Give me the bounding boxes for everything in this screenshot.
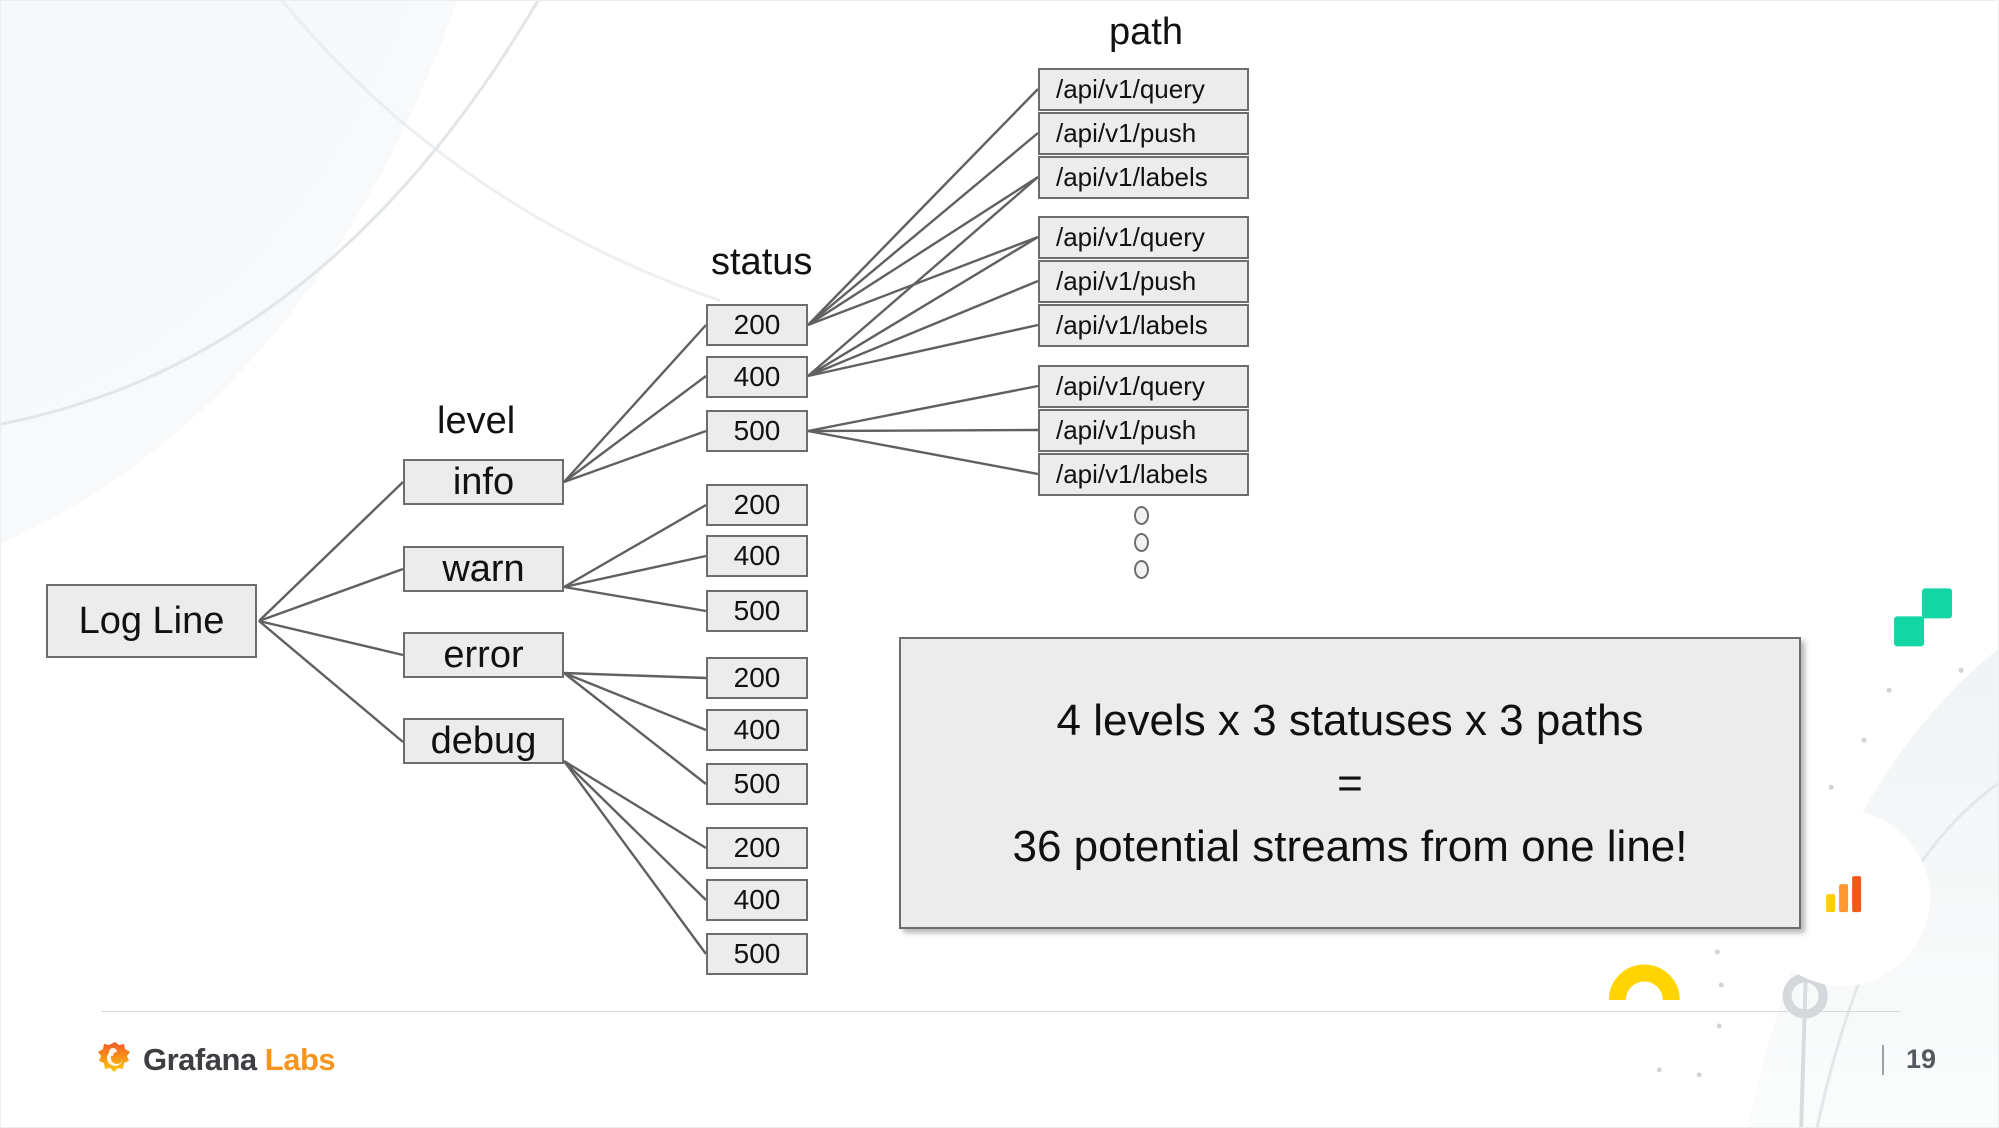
node-status[interactable]: 500 bbox=[706, 763, 808, 805]
logo-word-grafana: Grafana bbox=[143, 1042, 257, 1077]
node-status[interactable]: 400 bbox=[706, 879, 808, 921]
node-level-info[interactable]: info bbox=[403, 459, 564, 505]
footer-divider bbox=[101, 1011, 1900, 1012]
node-path[interactable]: /api/v1/query bbox=[1038, 365, 1249, 408]
node-status[interactable]: 200 bbox=[706, 827, 808, 869]
node-status[interactable]: 200 bbox=[706, 657, 808, 699]
node-path[interactable]: /api/v1/push bbox=[1038, 112, 1249, 155]
node-status[interactable]: 500 bbox=[706, 590, 808, 632]
node-status[interactable]: 400 bbox=[706, 535, 808, 577]
column-label-path: path bbox=[1109, 11, 1183, 53]
node-path[interactable]: /api/v1/query bbox=[1038, 68, 1249, 111]
page-number-separator bbox=[1881, 1044, 1884, 1075]
callout-box: 4 levels x 3 statuses x 3 paths = 36 pot… bbox=[899, 637, 1801, 929]
page-number-group: 19 bbox=[1881, 1044, 1936, 1075]
ellipsis-dot-icon bbox=[1134, 506, 1149, 525]
node-log-line[interactable]: Log Line bbox=[46, 584, 257, 658]
grafana-labs-logo: Grafana Labs bbox=[97, 1041, 336, 1079]
grafana-logo-icon bbox=[98, 1042, 130, 1072]
node-level-warn[interactable]: warn bbox=[403, 546, 564, 592]
logo-word-labs: Labs bbox=[264, 1042, 336, 1077]
node-status[interactable]: 500 bbox=[706, 933, 808, 975]
slide-canvas: level status path Log Line info warn err… bbox=[0, 0, 1999, 1128]
node-level-error[interactable]: error bbox=[403, 632, 564, 678]
node-path[interactable]: /api/v1/labels bbox=[1038, 453, 1249, 496]
node-path[interactable]: /api/v1/push bbox=[1038, 409, 1249, 452]
node-path[interactable]: /api/v1/labels bbox=[1038, 156, 1249, 199]
ellipsis-dot-icon bbox=[1134, 560, 1149, 579]
node-status[interactable]: 200 bbox=[706, 484, 808, 526]
ellipsis-dot-icon bbox=[1134, 533, 1149, 552]
diagram-connectors bbox=[258, 88, 1039, 955]
node-status[interactable]: 400 bbox=[706, 709, 808, 751]
node-path[interactable]: /api/v1/labels bbox=[1038, 304, 1249, 347]
node-status[interactable]: 200 bbox=[706, 304, 808, 346]
column-label-status: status bbox=[711, 241, 813, 283]
node-path[interactable]: /api/v1/push bbox=[1038, 260, 1249, 303]
column-label-level: level bbox=[437, 400, 516, 442]
callout-line-1: 4 levels x 3 statuses x 3 paths bbox=[1056, 695, 1644, 745]
node-path[interactable]: /api/v1/query bbox=[1038, 216, 1249, 259]
page-number: 19 bbox=[1905, 1044, 1936, 1074]
node-status[interactable]: 400 bbox=[706, 356, 808, 398]
callout-line-3: 36 potential streams from one line! bbox=[1012, 821, 1688, 871]
node-status[interactable]: 500 bbox=[706, 410, 808, 452]
node-level-debug[interactable]: debug bbox=[403, 718, 564, 764]
callout-line-2: = bbox=[1337, 758, 1363, 808]
